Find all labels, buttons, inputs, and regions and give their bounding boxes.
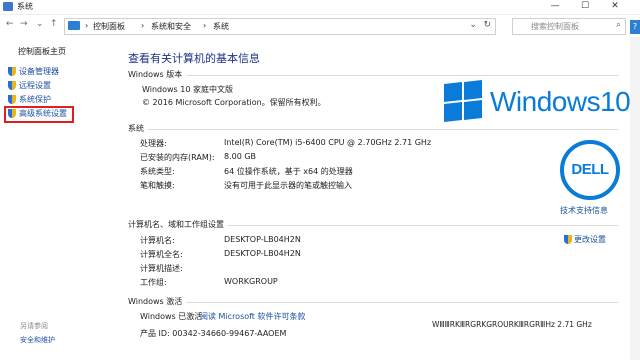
search-icon: ⌕ (615, 20, 621, 30)
license-terms-link[interactable]: 阅读 Microsoft 软件许可条款 (200, 311, 306, 322)
shield-icon (8, 67, 16, 76)
pen-touch-label: 笔和触摸: (140, 181, 175, 190)
recent-dropdown-icon[interactable]: ⌄ (36, 19, 44, 29)
sidebar-item-label: 远程设置 (19, 81, 51, 90)
help-icon[interactable]: ? (630, 20, 640, 34)
ram-value: 8.00 GB (224, 152, 257, 161)
search-placeholder: 搜索控制面板 (531, 22, 579, 31)
main-content: 查看有关计算机的基本信息 Windows 版本 Windows 10 家庭中文版… (112, 37, 631, 360)
processor-value: Intel(R) Core(TM) i5-6400 CPU @ 2.70GHz … (224, 138, 432, 147)
edition-name: Windows 10 家庭中文版 (142, 85, 233, 94)
sidebar-item-system-protection[interactable]: 系统保护 (8, 94, 51, 106)
dell-oem-logo: DELL (560, 140, 620, 200)
sidebar-item-remote-settings[interactable]: 远程设置 (8, 80, 51, 92)
activation-status: Windows 已激活 (140, 312, 203, 321)
system-type-value: 64 位操作系统，基于 x64 的处理器 (224, 167, 353, 176)
control-panel-icon (68, 21, 80, 30)
page-title: 查看有关计算机的基本信息 (128, 52, 260, 65)
change-settings-link[interactable]: 更改设置 (564, 234, 606, 245)
breadcrumb-system-security[interactable]: 系统和安全 (151, 21, 191, 32)
full-name-label: 计算机全名: (140, 250, 183, 259)
forward-icon[interactable]: → (20, 19, 28, 29)
window-title: 系统 (17, 2, 33, 11)
windows-logo-icon (444, 80, 482, 122)
copyright-text: © 2016 Microsoft Corporation。保留所有权利。 (142, 98, 326, 107)
system-type-label: 系统类型: (140, 167, 175, 176)
see-also-heading: 另请参阅 (20, 322, 48, 330)
breadcrumb-separator: › (85, 21, 89, 30)
shield-icon (8, 95, 16, 104)
section-activation: Windows 激活 (128, 296, 618, 308)
shield-icon (8, 81, 16, 90)
maximize-button[interactable]: ☐ (570, 0, 600, 14)
computer-name-label: 计算机名: (140, 236, 175, 245)
title-bar: 系统 — ☐ ✕ (0, 0, 640, 15)
breadcrumb-system[interactable]: 系统 (213, 21, 229, 32)
sidebar-item-device-manager[interactable]: 设备管理器 (8, 66, 59, 78)
search-input[interactable]: 搜索控制面板 ⌕ (512, 18, 626, 35)
overlap-artifact-text: WⅢⅢRKⅢRGRKGROURKⅢRGRⅢHz 2.71 GHz (432, 320, 592, 329)
breadcrumb-separator: › (141, 21, 145, 30)
refresh-icon[interactable]: ↻ (483, 20, 491, 30)
system-window-icon (3, 2, 13, 11)
up-icon[interactable]: ↑ (50, 19, 58, 29)
sidebar-home-link[interactable]: 控制面板主页 (18, 46, 66, 57)
section-computer-name: 计算机名、域和工作组设置 (128, 219, 618, 231)
pen-touch-value: 没有可用于此显示器的笔或触控输入 (224, 181, 352, 190)
workgroup-value: WORKGROUP (224, 277, 278, 286)
address-bar[interactable]: › 控制面板 › 系统和安全 › 系统 ⌄ ↻ (64, 18, 496, 35)
highlight-box (4, 106, 74, 123)
processor-label: 处理器: (140, 139, 167, 148)
sidebar-item-label: 设备管理器 (19, 67, 59, 76)
security-maintenance-link[interactable]: 安全和维护 (20, 335, 55, 345)
computer-name-value: DESKTOP-LB04H2N (224, 235, 301, 244)
full-name-value: DESKTOP-LB04H2N (224, 249, 301, 258)
breadcrumb-control-panel[interactable]: 控制面板 (93, 21, 125, 32)
section-system: 系统 (128, 123, 618, 135)
section-windows-edition: Windows 版本 (128, 69, 618, 81)
windows10-wordmark: Windows10 (490, 86, 631, 117)
sidebar: 控制面板主页 设备管理器 远程设置 系统保护 高级系统设置 另请参阅 安全和维护 (0, 37, 112, 360)
dell-wordmark: DELL (571, 161, 609, 178)
shield-icon (564, 235, 572, 244)
sidebar-item-label: 系统保护 (19, 95, 51, 104)
minimize-button[interactable]: — (540, 0, 570, 14)
description-label: 计算机描述: (140, 264, 183, 273)
ram-label: 已安装的内存(RAM): (140, 153, 215, 162)
product-id: 产品 ID: 00342-34660-99467-AAOEM (140, 329, 287, 338)
breadcrumb-separator: › (203, 21, 207, 30)
address-toolbar: ← → ⌄ ↑ › 控制面板 › 系统和安全 › 系统 ⌄ ↻ 搜索控制面板 ⌕ (0, 15, 640, 37)
scrollbar[interactable] (630, 37, 640, 360)
close-button[interactable]: ✕ (600, 0, 630, 14)
workgroup-label: 工作组: (140, 278, 167, 287)
address-dropdown-icon[interactable]: ⌄ (469, 20, 477, 30)
back-icon[interactable]: ← (6, 19, 14, 29)
support-info-link[interactable]: 技术支持信息 (560, 205, 608, 216)
